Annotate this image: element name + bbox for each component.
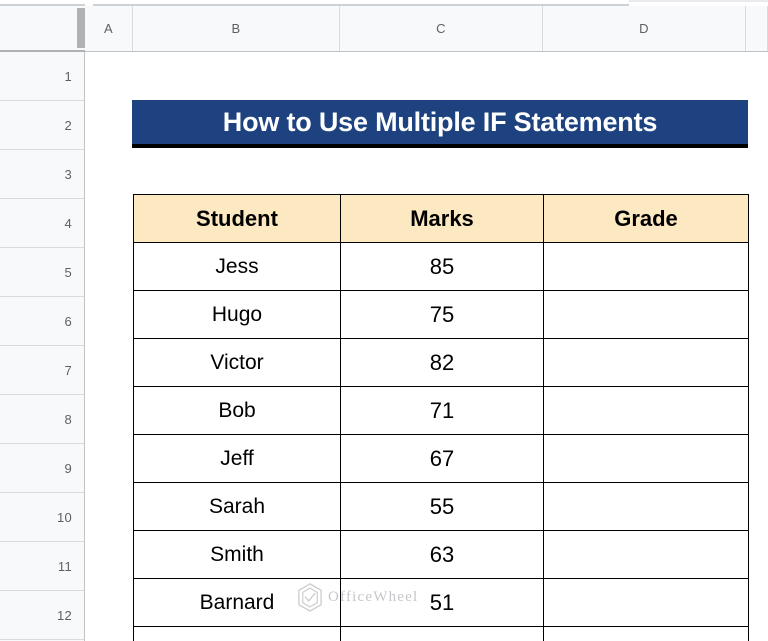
row-header-2-label: 2 [64,118,72,133]
cell-grade[interactable] [544,387,749,435]
row-header-6[interactable]: 6 [0,297,85,346]
table-row: Barnard 51 [134,579,749,627]
cell-marks[interactable]: 85 [341,243,544,291]
cell-student[interactable]: Bob [134,387,341,435]
row-header-10[interactable]: 10 [0,493,85,542]
row-header-1-label: 1 [64,69,72,84]
cell-marks[interactable]: 67 [341,435,544,483]
cell-grade[interactable] [544,627,749,641]
column-header-grade[interactable]: Grade [544,195,749,243]
cell-student[interactable]: Barnard [134,579,341,627]
row-header-9[interactable]: 9 [0,444,85,493]
column-header-b-label: B [231,21,240,36]
column-header-d[interactable]: D [543,6,746,51]
cell-marks[interactable]: 75 [341,291,544,339]
column-header-a-label: A [104,21,113,36]
cell-marks[interactable]: 55 [341,483,544,531]
column-header-c[interactable]: C [340,6,543,51]
cell-marks[interactable]: 71 [341,387,544,435]
cell-marks[interactable]: 63 [341,531,544,579]
column-header-marks[interactable]: Marks [341,195,544,243]
row-header-9-label: 9 [64,461,72,476]
column-header-c-label: C [436,21,446,36]
cell-marks[interactable]: 82 [341,339,544,387]
table-header-row: Student Marks Grade [134,195,749,243]
corner-handle-icon [77,8,85,48]
row-header-3-label: 3 [64,167,72,182]
cell-grade[interactable] [544,291,749,339]
row-header-8[interactable]: 8 [0,395,85,444]
table-row: Jess 85 [134,243,749,291]
column-header-student[interactable]: Student [134,195,341,243]
spreadsheet-canvas: A B C D 1 2 3 4 5 6 7 8 9 10 11 12 13 14… [0,0,768,641]
cell-student[interactable]: Hugo [134,291,341,339]
grid-cells-area[interactable]: How to Use Multiple IF Statements Studen… [85,52,768,641]
column-header-a[interactable]: A [85,6,133,51]
column-header-b[interactable]: B [133,6,340,51]
column-header-e[interactable] [746,6,768,51]
table-row: Miller 57 [134,627,749,641]
row-header-8-label: 8 [64,412,72,427]
row-header-7-label: 7 [64,363,72,378]
table-row: Jeff 67 [134,435,749,483]
selection-rule-right [629,0,768,2]
column-header-row: A B C D [85,6,768,52]
cell-marks[interactable]: 57 [341,627,544,641]
row-header-6-label: 6 [64,314,72,329]
cell-grade[interactable] [544,579,749,627]
cell-student[interactable]: Victor [134,339,341,387]
table-row: Bob 71 [134,387,749,435]
row-header-10-label: 10 [57,510,72,525]
cell-grade[interactable] [544,435,749,483]
row-header-4[interactable]: 4 [0,199,85,248]
cell-student[interactable]: Miller [134,627,341,641]
select-all-corner[interactable] [0,6,85,52]
row-header-3[interactable]: 3 [0,150,85,199]
row-header-12[interactable]: 12 [0,591,85,640]
cell-student[interactable]: Jeff [134,435,341,483]
table-row: Hugo 75 [134,291,749,339]
cell-student[interactable]: Smith [134,531,341,579]
row-header-11-label: 11 [58,559,72,574]
cell-grade[interactable] [544,531,749,579]
row-header-11[interactable]: 11 [0,542,85,591]
row-header-12-label: 12 [57,608,72,623]
row-header-1[interactable]: 1 [0,52,85,101]
cell-student[interactable]: Jess [134,243,341,291]
cell-grade[interactable] [544,243,749,291]
cell-grade[interactable] [544,339,749,387]
table-row: Victor 82 [134,339,749,387]
row-header-5-label: 5 [64,265,72,280]
page-title: How to Use Multiple IF Statements [223,107,657,138]
table-row: Sarah 55 [134,483,749,531]
student-marks-table: Student Marks Grade Jess 85 Hugo 75 Vict [133,194,749,641]
row-header-column: 1 2 3 4 5 6 7 8 9 10 11 12 13 14 [0,52,85,641]
table-row: Smith 63 [134,531,749,579]
title-banner[interactable]: How to Use Multiple IF Statements [132,100,748,148]
cell-grade[interactable] [544,483,749,531]
row-header-7[interactable]: 7 [0,346,85,395]
row-header-2[interactable]: 2 [0,101,85,150]
row-header-4-label: 4 [64,216,72,231]
cell-marks[interactable]: 51 [341,579,544,627]
cell-student[interactable]: Sarah [134,483,341,531]
row-header-5[interactable]: 5 [0,248,85,297]
column-header-d-label: D [639,21,649,36]
